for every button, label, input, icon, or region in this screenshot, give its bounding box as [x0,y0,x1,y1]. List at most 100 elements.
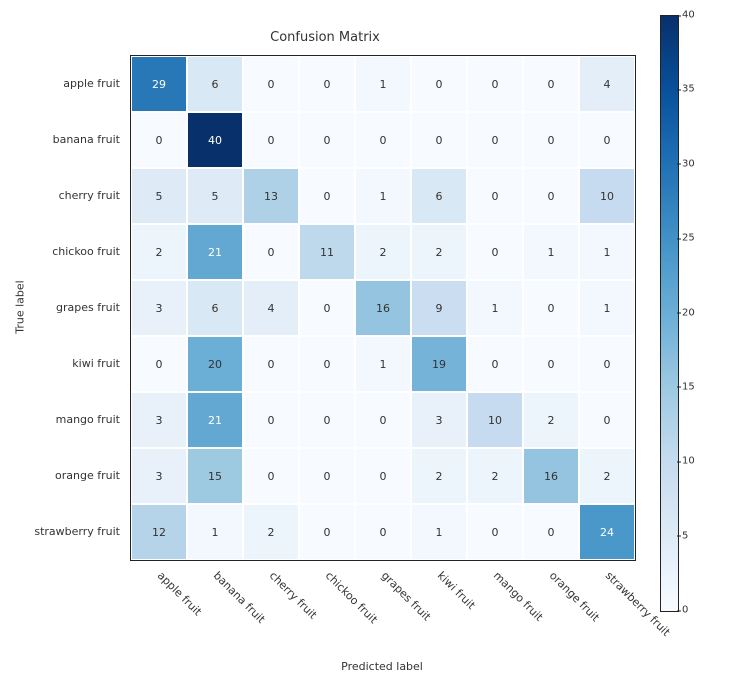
heatmap-cell: 40 [187,112,243,168]
x-tick: apple fruit [155,569,204,618]
heatmap-cell: 0 [355,112,411,168]
heatmap-cell: 0 [299,504,355,560]
heatmap-cell: 0 [467,224,523,280]
y-tick: chickoo fruit [0,223,126,279]
heatmap-cell: 0 [131,112,187,168]
heatmap-cell: 0 [579,112,635,168]
heatmap-cell: 10 [579,168,635,224]
heatmap-cell: 0 [411,56,467,112]
heatmap-cell: 20 [187,336,243,392]
y-tick: cherry fruit [0,167,126,223]
heatmap-cell: 13 [243,168,299,224]
heatmap-cell: 0 [467,56,523,112]
heatmap-cell: 0 [299,168,355,224]
heatmap-cell: 0 [243,56,299,112]
heatmap-cell: 10 [467,392,523,448]
heatmap-cell: 0 [523,112,579,168]
heatmap-cell: 24 [579,504,635,560]
heatmap-cell: 1 [579,280,635,336]
heatmap-cell: 0 [579,392,635,448]
heatmap-cell: 0 [523,336,579,392]
heatmap-cell: 6 [187,280,243,336]
heatmap-cell: 0 [523,56,579,112]
heatmap-cell: 0 [243,112,299,168]
colorbar-tick: 35 [682,84,695,95]
heatmap-cell: 4 [579,56,635,112]
colorbar [660,15,679,612]
heatmap-cell: 2 [411,224,467,280]
heatmap-cell: 0 [243,392,299,448]
heatmap-cell: 0 [299,112,355,168]
heatmap-cell: 1 [411,504,467,560]
x-tick: mango fruit [491,569,546,624]
chart-title: Confusion Matrix [0,30,650,45]
heatmap-cell: 0 [355,448,411,504]
heatmap-cell: 0 [299,336,355,392]
heatmap-cell: 0 [523,280,579,336]
heatmap-cell: 0 [243,336,299,392]
heatmap-cell: 0 [243,224,299,280]
heatmap-cell: 2 [243,504,299,560]
heatmap-cell: 2 [523,392,579,448]
y-tick: kiwi fruit [0,335,126,391]
heatmap-cell: 0 [467,168,523,224]
heatmap-cell: 3 [131,280,187,336]
heatmap-cell: 4 [243,280,299,336]
y-tick-labels: apple fruitbanana fruitcherry fruitchick… [0,55,126,559]
colorbar-tick: 10 [682,456,695,467]
heatmap-cell: 2 [579,448,635,504]
heatmap-cell: 0 [243,448,299,504]
heatmap-cell: 6 [411,168,467,224]
heatmap-cell: 0 [523,504,579,560]
heatmap-cell: 1 [579,224,635,280]
heatmap-cell: 1 [187,504,243,560]
heatmap-cell: 16 [523,448,579,504]
x-tick: orange fruit [547,569,602,624]
heatmap-cell: 0 [355,392,411,448]
heatmap-cell: 2 [467,448,523,504]
colorbar-tick: 5 [682,530,688,541]
heatmap-cell: 5 [187,168,243,224]
colorbar-tick: 20 [682,307,695,318]
heatmap-cell: 11 [299,224,355,280]
heatmap-cell: 0 [299,56,355,112]
heatmap-cell: 2 [131,224,187,280]
heatmap-cell: 21 [187,392,243,448]
heatmap-cell: 21 [187,224,243,280]
heatmap-cell: 1 [523,224,579,280]
heatmap-cell: 5 [131,168,187,224]
heatmap-cell: 15 [187,448,243,504]
y-tick: strawberry fruit [0,503,126,559]
heatmap-cell: 3 [131,392,187,448]
heatmap-cell: 0 [579,336,635,392]
heatmap-cell: 0 [299,392,355,448]
colorbar-ticks: 0510152025303540 [682,15,722,610]
x-tick: grapes fruit [379,569,433,623]
heatmap-cell: 1 [355,336,411,392]
heatmap-cell: 0 [355,504,411,560]
y-tick: grapes fruit [0,279,126,335]
y-tick: mango fruit [0,391,126,447]
y-tick: banana fruit [0,111,126,167]
x-tick: kiwi fruit [435,569,478,612]
x-tick: chickoo fruit [323,569,380,626]
heatmap-cell: 1 [355,168,411,224]
heatmap-cell: 9 [411,280,467,336]
heatmap-cell: 0 [411,112,467,168]
heatmap-cell: 0 [131,336,187,392]
heatmap-cell: 3 [131,448,187,504]
x-tick-labels: apple fruitbanana fruitcherry fruitchick… [130,565,634,665]
heatmap-cell: 2 [411,448,467,504]
colorbar-tick: 40 [682,10,695,21]
heatmap-cell: 16 [355,280,411,336]
y-tick: apple fruit [0,55,126,111]
colorbar-tick: 30 [682,158,695,169]
heatmap-cell: 1 [467,280,523,336]
heatmap-cell: 29 [131,56,187,112]
heatmap-cell: 2 [355,224,411,280]
heatmap-cell: 0 [299,448,355,504]
heatmap-cell: 1 [355,56,411,112]
heatmap-cell: 19 [411,336,467,392]
heatmap-cell: 6 [187,56,243,112]
heatmap-grid: 2960010004040000000055130160010221011220… [130,55,636,561]
